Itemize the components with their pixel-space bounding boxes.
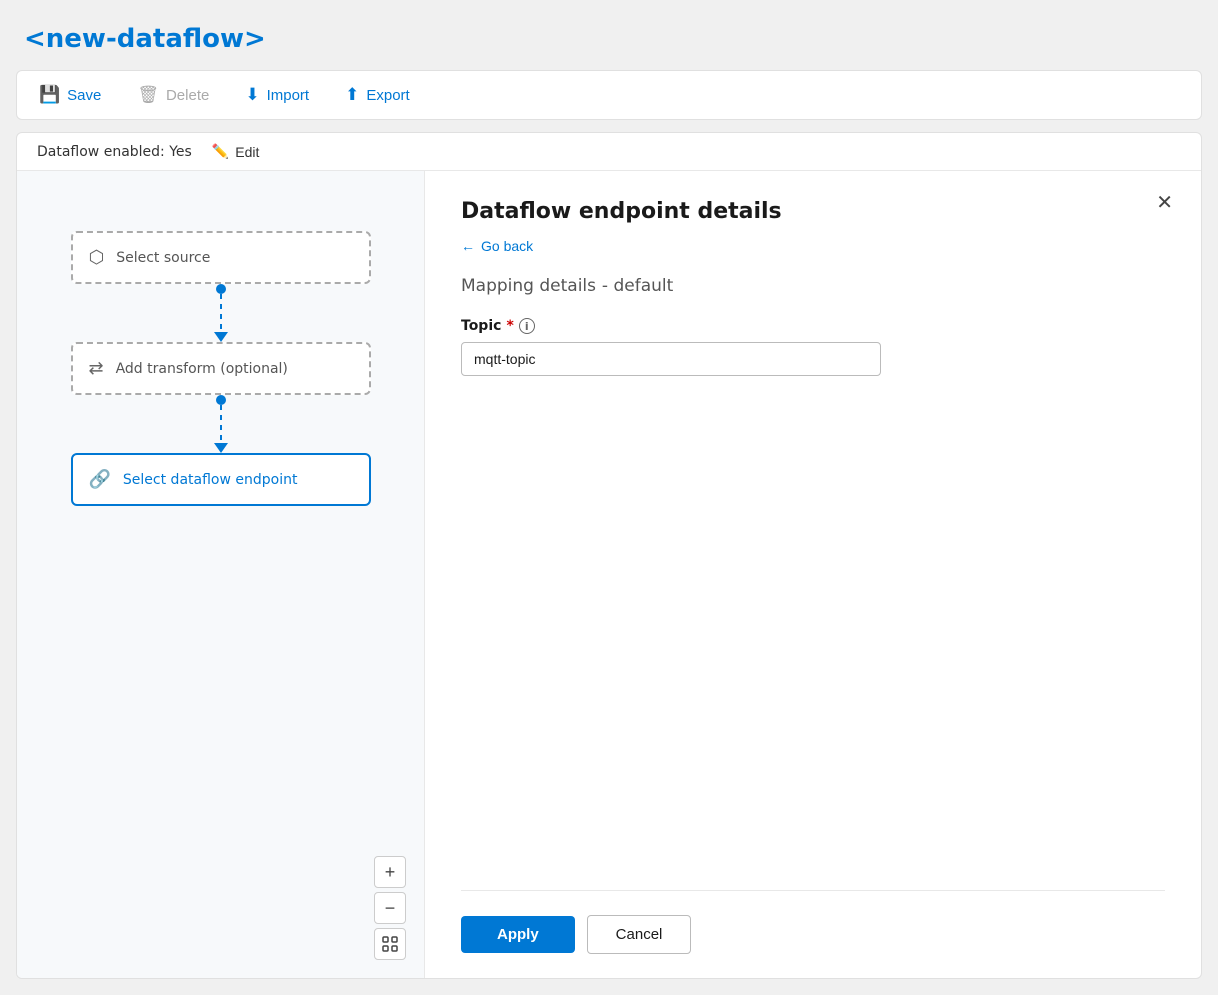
- mapping-title: Mapping details - default: [461, 276, 1165, 296]
- connector-line-1: [220, 294, 222, 334]
- import-button[interactable]: ⬇ Import: [243, 81, 311, 109]
- topic-field-label: Topic * i: [461, 318, 1165, 334]
- connector-2: [214, 395, 228, 453]
- connector-1: [214, 284, 228, 342]
- zoom-controls: + −: [374, 856, 406, 960]
- export-icon: ⬆: [345, 85, 359, 105]
- transform-node-icon: ⇄: [89, 358, 104, 379]
- save-icon: 💾: [39, 85, 60, 105]
- endpoint-node-icon: 🔗: [89, 469, 111, 490]
- close-button[interactable]: ✕: [1156, 193, 1173, 213]
- export-button[interactable]: ⬆ Export: [343, 81, 412, 109]
- select-endpoint-node[interactable]: 🔗 Select dataflow endpoint: [71, 453, 371, 506]
- delete-icon: 🗑: [137, 85, 159, 105]
- connector-line-2: [220, 405, 222, 445]
- connector-dot-1: [216, 284, 226, 294]
- source-node-icon: ⬡: [89, 247, 105, 268]
- delete-button[interactable]: 🗑 Delete: [135, 81, 211, 109]
- edit-icon: ✏️: [212, 143, 229, 160]
- page-title: <new-dataflow>: [16, 16, 1202, 58]
- canvas-panel: ⬡ Select source ⇄ Add transform (optiona…: [17, 171, 425, 978]
- save-button[interactable]: 💾 Save: [37, 81, 103, 109]
- status-bar: Dataflow enabled: Yes ✏️ Edit: [17, 133, 1201, 171]
- info-icon[interactable]: i: [519, 318, 535, 334]
- edit-button[interactable]: ✏️ Edit: [212, 143, 260, 160]
- required-star: *: [506, 318, 513, 334]
- main-area: Dataflow enabled: Yes ✏️ Edit ⬡ Select s…: [16, 132, 1202, 979]
- apply-button[interactable]: Apply: [461, 916, 575, 953]
- zoom-in-button[interactable]: +: [374, 856, 406, 888]
- connector-dot-2: [216, 395, 226, 405]
- toolbar: 💾 Save 🗑 Delete ⬇ Import ⬆ Export: [16, 70, 1202, 120]
- cancel-button[interactable]: Cancel: [587, 915, 692, 954]
- fit-screen-icon: [382, 936, 398, 952]
- details-panel: ✕ Dataflow endpoint details ← Go back Ma…: [425, 171, 1201, 978]
- zoom-fit-button[interactable]: [374, 928, 406, 960]
- content-split: ⬡ Select source ⇄ Add transform (optiona…: [17, 171, 1201, 978]
- back-arrow-icon: ←: [461, 238, 475, 254]
- topic-input[interactable]: [461, 342, 881, 376]
- panel-title: Dataflow endpoint details: [461, 199, 1165, 224]
- go-back-button[interactable]: ← Go back: [461, 238, 1165, 254]
- dataflow-status-text: Dataflow enabled: Yes: [37, 144, 192, 160]
- zoom-out-button[interactable]: −: [374, 892, 406, 924]
- select-source-node[interactable]: ⬡ Select source: [71, 231, 371, 284]
- add-transform-node[interactable]: ⇄ Add transform (optional): [71, 342, 371, 395]
- panel-footer: Apply Cancel: [461, 890, 1165, 954]
- import-icon: ⬇: [245, 85, 259, 105]
